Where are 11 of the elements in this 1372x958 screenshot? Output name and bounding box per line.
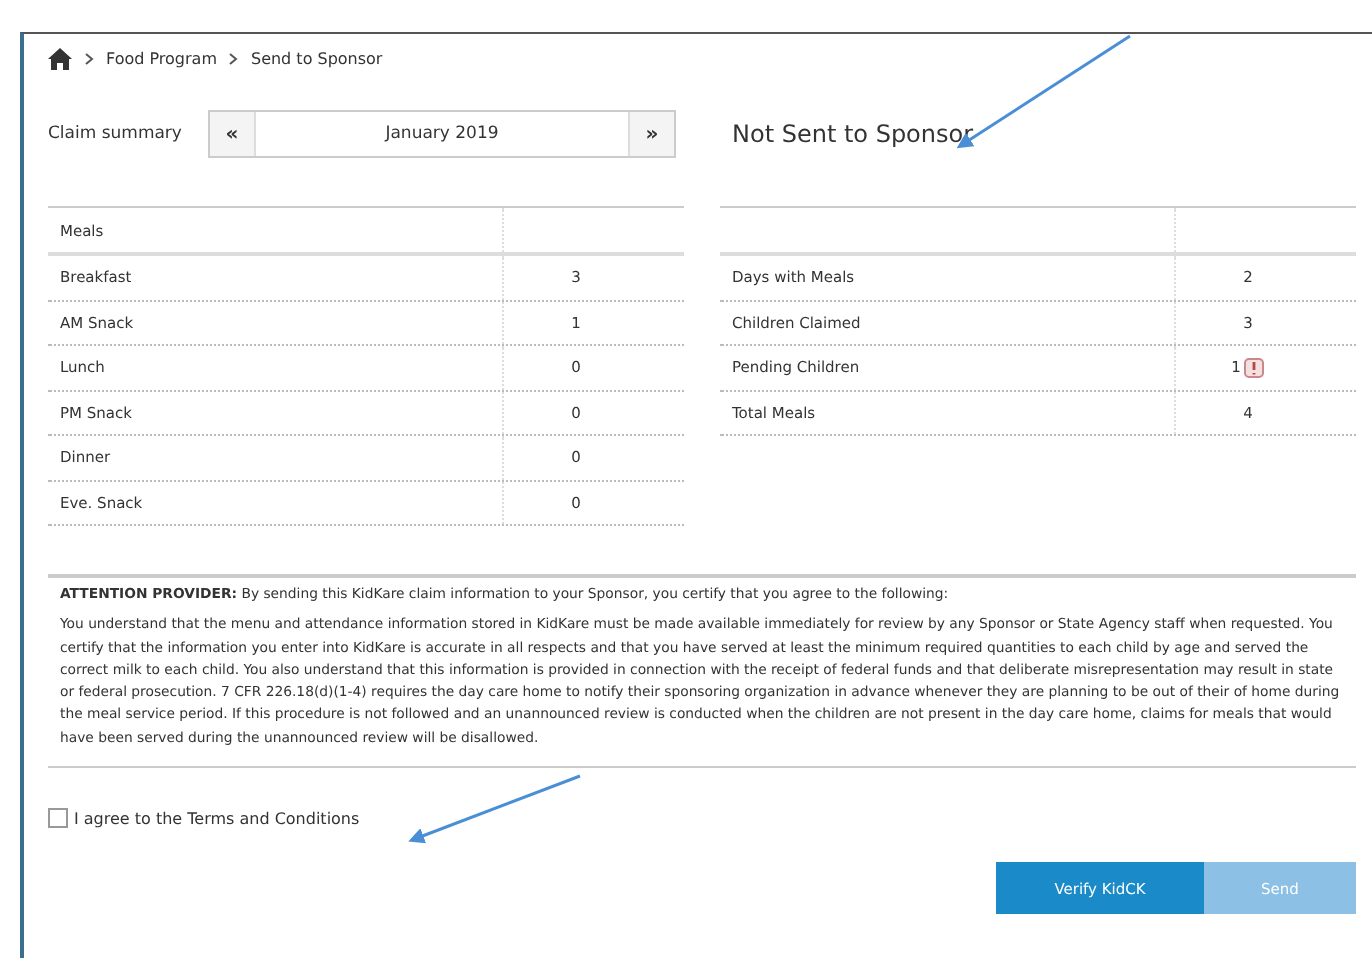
terms-label: I agree to the Terms and Conditions — [74, 809, 360, 828]
alert-icon[interactable] — [1244, 357, 1265, 378]
breadcrumb-link[interactable]: Food Program — [106, 49, 217, 67]
claim-status: Not Sent to Sponsor — [732, 120, 974, 148]
next-month-button[interactable]: » — [630, 112, 674, 156]
chevron-icon — [84, 51, 94, 65]
chevron-icon — [228, 51, 239, 65]
claim-summary-label: Claim summary — [48, 124, 184, 144]
terms-checkbox[interactable] — [48, 808, 68, 829]
home-icon[interactable] — [48, 47, 72, 69]
previous-month-button[interactable]: « — [210, 112, 254, 156]
